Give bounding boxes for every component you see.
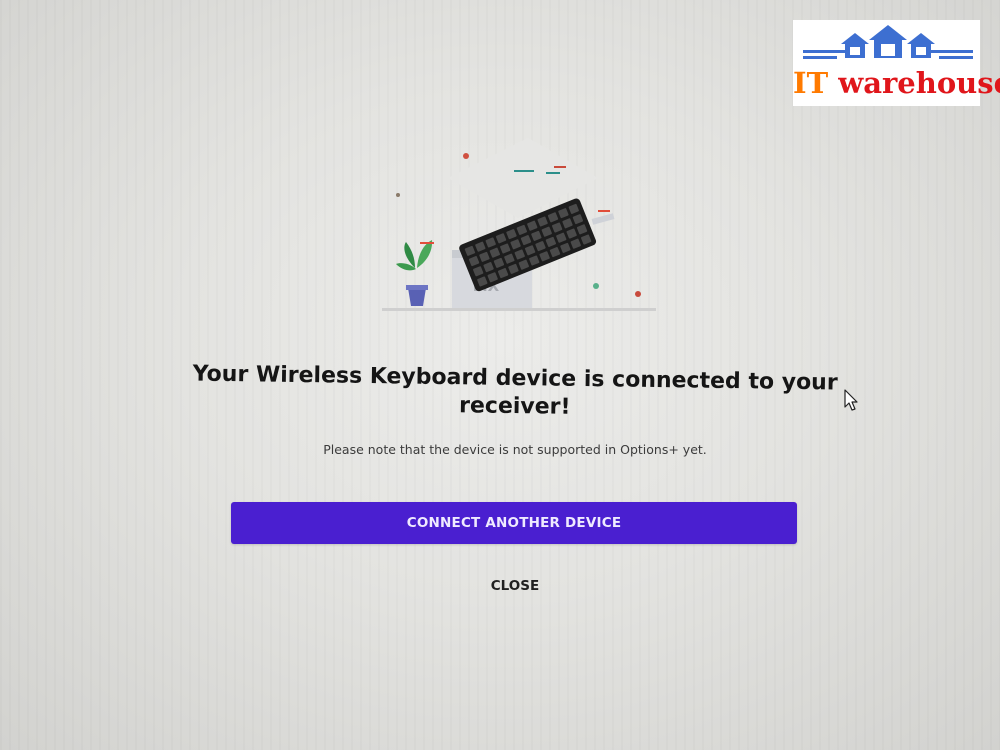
shelf-line (382, 308, 656, 311)
it-warehouse-logo: IT warehouse (793, 20, 1000, 106)
keyboard-illustration: MX (382, 138, 656, 311)
connect-another-device-button[interactable]: CONNECT ANOTHER DEVICE (231, 502, 797, 544)
logo-text: IT warehouse (793, 66, 1000, 100)
dialog-subtitle: Please note that the device is not suppo… (323, 442, 707, 457)
plant-icon (396, 240, 433, 306)
logo-text-warehouse: warehouse (828, 66, 1000, 100)
close-button[interactable]: CLOSE (440, 574, 590, 598)
houses-logo-icon (803, 25, 973, 59)
logo-text-it: IT (793, 66, 829, 100)
dialog-title: Your Wireless Keyboard device is connect… (192, 361, 838, 420)
screen: MX Your Wireless Keyboard device is conn… (0, 0, 1000, 750)
mouse-cursor-icon (844, 389, 858, 411)
